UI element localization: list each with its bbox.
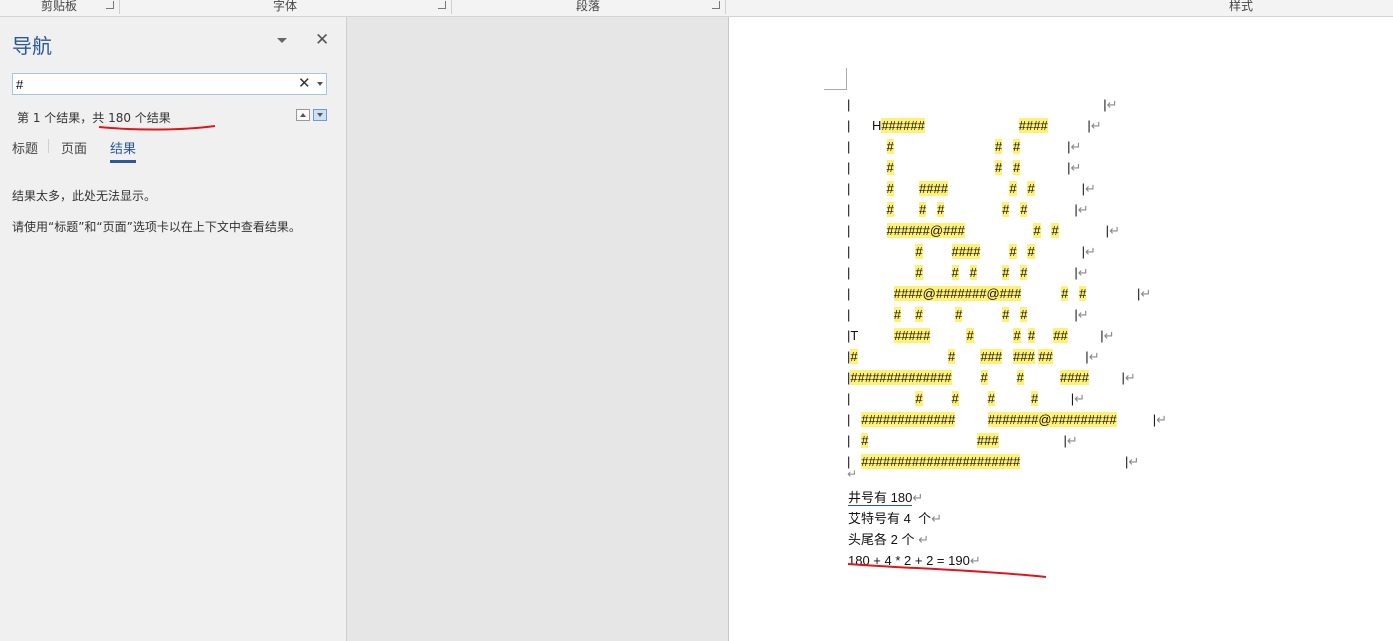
annotation-underline-count [98,125,216,131]
red-annotation-strokes [98,125,1047,578]
annotation-underline-formula [847,563,1047,578]
